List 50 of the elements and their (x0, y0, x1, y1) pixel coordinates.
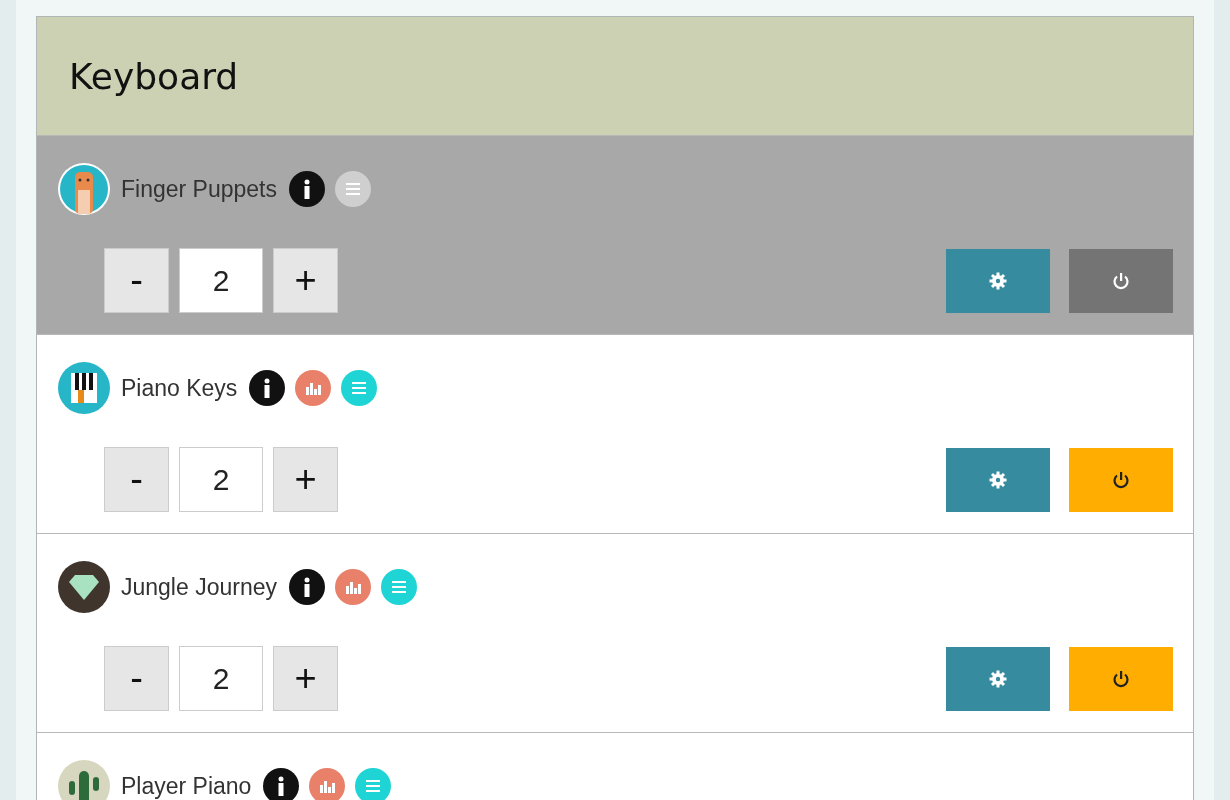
settings-button[interactable] (946, 447, 1050, 512)
gear-icon (989, 470, 1007, 489)
settings-button[interactable] (946, 248, 1050, 313)
gear-icon (989, 271, 1007, 290)
increment-button[interactable]: + (273, 447, 338, 512)
avatar-icon (57, 162, 111, 216)
info-button[interactable] (289, 569, 325, 605)
info-icon (263, 378, 272, 398)
list-button[interactable] (381, 569, 417, 605)
bar-chart-icon (319, 779, 336, 793)
list-icon (366, 780, 381, 792)
info-icon (303, 577, 311, 597)
stats-button[interactable] (309, 768, 346, 800)
decrement-button[interactable]: - (104, 447, 169, 512)
info-button[interactable] (289, 171, 325, 207)
info-button[interactable] (249, 370, 286, 406)
activity-name: Player Piano (121, 772, 252, 800)
list-icon (346, 183, 360, 195)
avatar-icon (57, 759, 111, 800)
bar-chart-icon (345, 580, 361, 594)
avatar-icon (57, 361, 111, 415)
decrement-button[interactable]: - (104, 646, 169, 711)
decrement-button[interactable]: - (104, 248, 169, 313)
power-button[interactable] (1069, 248, 1173, 313)
activity-name: Finger Puppets (121, 175, 277, 203)
list-icon (352, 382, 367, 394)
list-icon (392, 581, 406, 593)
list-button[interactable] (341, 370, 378, 406)
power-icon (1112, 669, 1130, 688)
stats-button[interactable] (335, 569, 371, 605)
count-field[interactable]: 2 (179, 248, 263, 313)
activity-name: Piano Keys (121, 374, 238, 402)
count-field[interactable]: 2 (179, 447, 263, 512)
list-button[interactable] (355, 768, 392, 800)
count-field[interactable]: 2 (179, 646, 263, 711)
list-button[interactable] (335, 171, 371, 207)
power-icon (1112, 271, 1130, 290)
gear-icon (989, 669, 1007, 688)
activity-name: Jungle Journey (121, 573, 277, 601)
increment-button[interactable]: + (273, 248, 338, 313)
info-icon (277, 776, 286, 796)
increment-button[interactable]: + (273, 646, 338, 711)
bar-chart-icon (305, 381, 322, 395)
card-title: Keyboard (69, 55, 239, 97)
info-icon (303, 179, 311, 199)
stats-button[interactable] (295, 370, 332, 406)
settings-button[interactable] (946, 646, 1050, 711)
power-icon (1112, 470, 1130, 489)
avatar-icon (57, 560, 111, 614)
info-button[interactable] (263, 768, 300, 800)
